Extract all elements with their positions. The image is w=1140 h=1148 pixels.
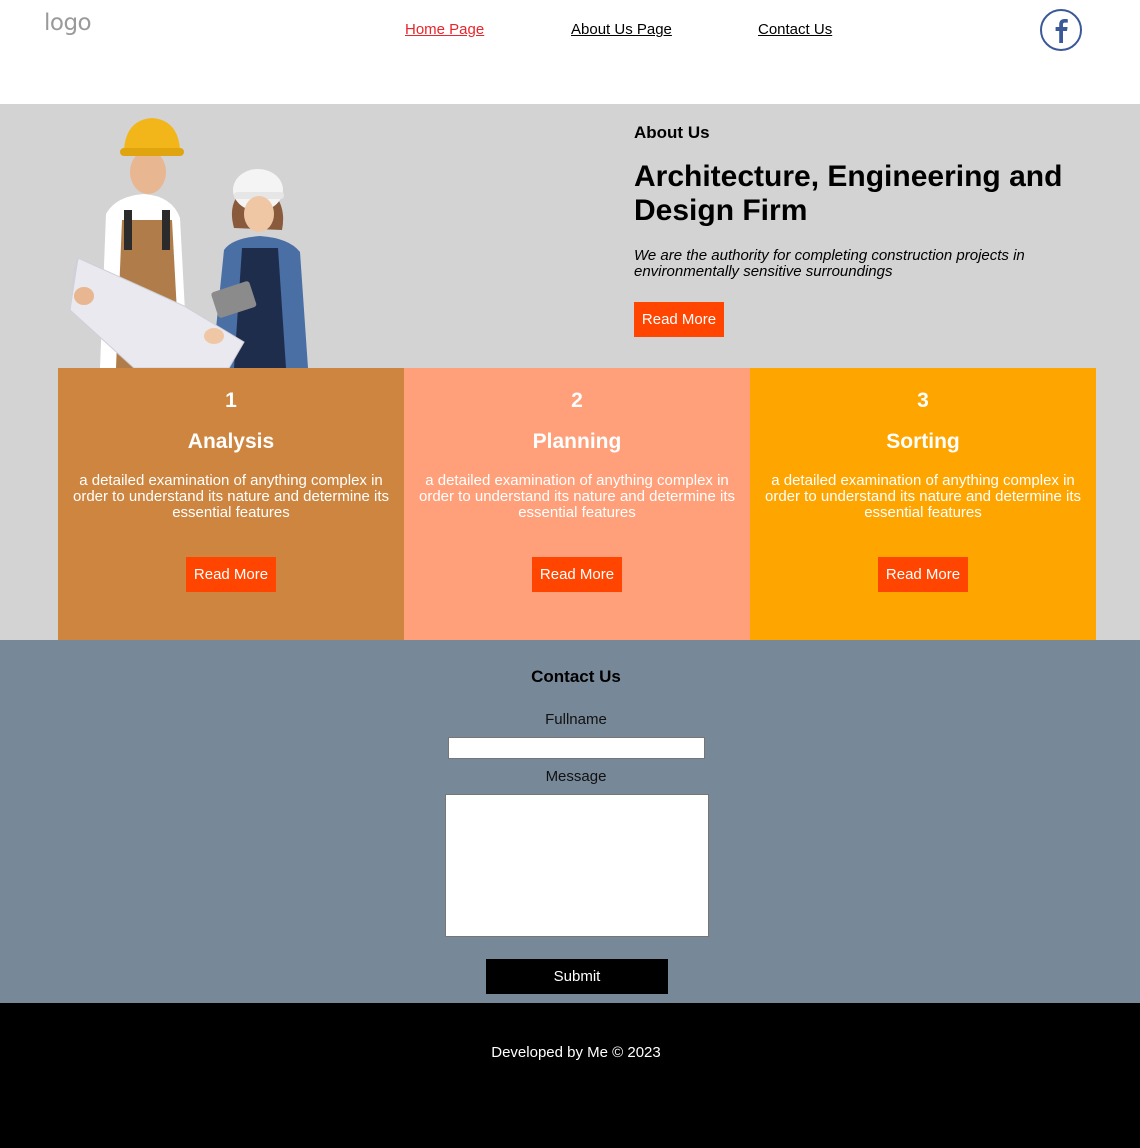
- step-title: Analysis: [187, 430, 275, 453]
- steps-row: 1 Analysis a detailed examination of any…: [58, 368, 1096, 640]
- submit-button[interactable]: Submit: [486, 959, 668, 994]
- site-header: logo Home Page About Us Page Contact Us: [0, 0, 1140, 104]
- step-card-sorting: 3 Sorting a detailed examination of anyt…: [750, 368, 1096, 640]
- step-description: a detailed examination of anything compl…: [72, 472, 390, 521]
- step-card-planning: 2 Planning a detailed examination of any…: [404, 368, 750, 640]
- step-read-more-button[interactable]: Read More: [186, 557, 276, 592]
- fullname-input[interactable]: [448, 737, 705, 759]
- nav-home-link[interactable]: Home Page: [405, 21, 484, 38]
- step-card-analysis: 1 Analysis a detailed examination of any…: [58, 368, 404, 640]
- step-title: Planning: [532, 430, 622, 453]
- about-eyebrow: About Us: [634, 123, 710, 142]
- construction-workers-image: [69, 118, 308, 368]
- step-title: Sorting: [886, 430, 960, 453]
- message-textarea[interactable]: [445, 794, 709, 937]
- contact-section: Contact Us Fullname Message Submit: [0, 640, 1140, 1003]
- steps-section: 1 Analysis a detailed examination of any…: [0, 368, 1140, 640]
- fullname-label: Fullname: [545, 711, 607, 728]
- message-label: Message: [545, 768, 607, 785]
- nav-contact-link[interactable]: Contact Us: [758, 21, 832, 38]
- nav-about-link[interactable]: About Us Page: [571, 21, 672, 38]
- site-footer: Developed by Me © 2023: [0, 1003, 1140, 1148]
- step-read-more-button[interactable]: Read More: [878, 557, 968, 592]
- footer-text: Developed by Me © 2023: [491, 1044, 661, 1061]
- step-description: a detailed examination of anything compl…: [764, 472, 1082, 521]
- step-number: 3: [917, 389, 929, 412]
- hero-description: We are the authority for completing cons…: [634, 247, 1025, 280]
- hero-title: Architecture, Engineering and Design Fir…: [634, 160, 1063, 227]
- step-read-more-button[interactable]: Read More: [532, 557, 622, 592]
- hero-section: About Us Architecture, Engineering and D…: [0, 104, 1140, 368]
- contact-title: Contact Us: [531, 667, 621, 686]
- facebook-icon[interactable]: [1040, 9, 1082, 51]
- step-description: a detailed examination of anything compl…: [418, 472, 736, 521]
- step-number: 1: [225, 389, 237, 412]
- step-number: 2: [571, 389, 583, 412]
- hero-read-more-button[interactable]: Read More: [634, 302, 724, 337]
- logo[interactable]: logo: [44, 10, 92, 36]
